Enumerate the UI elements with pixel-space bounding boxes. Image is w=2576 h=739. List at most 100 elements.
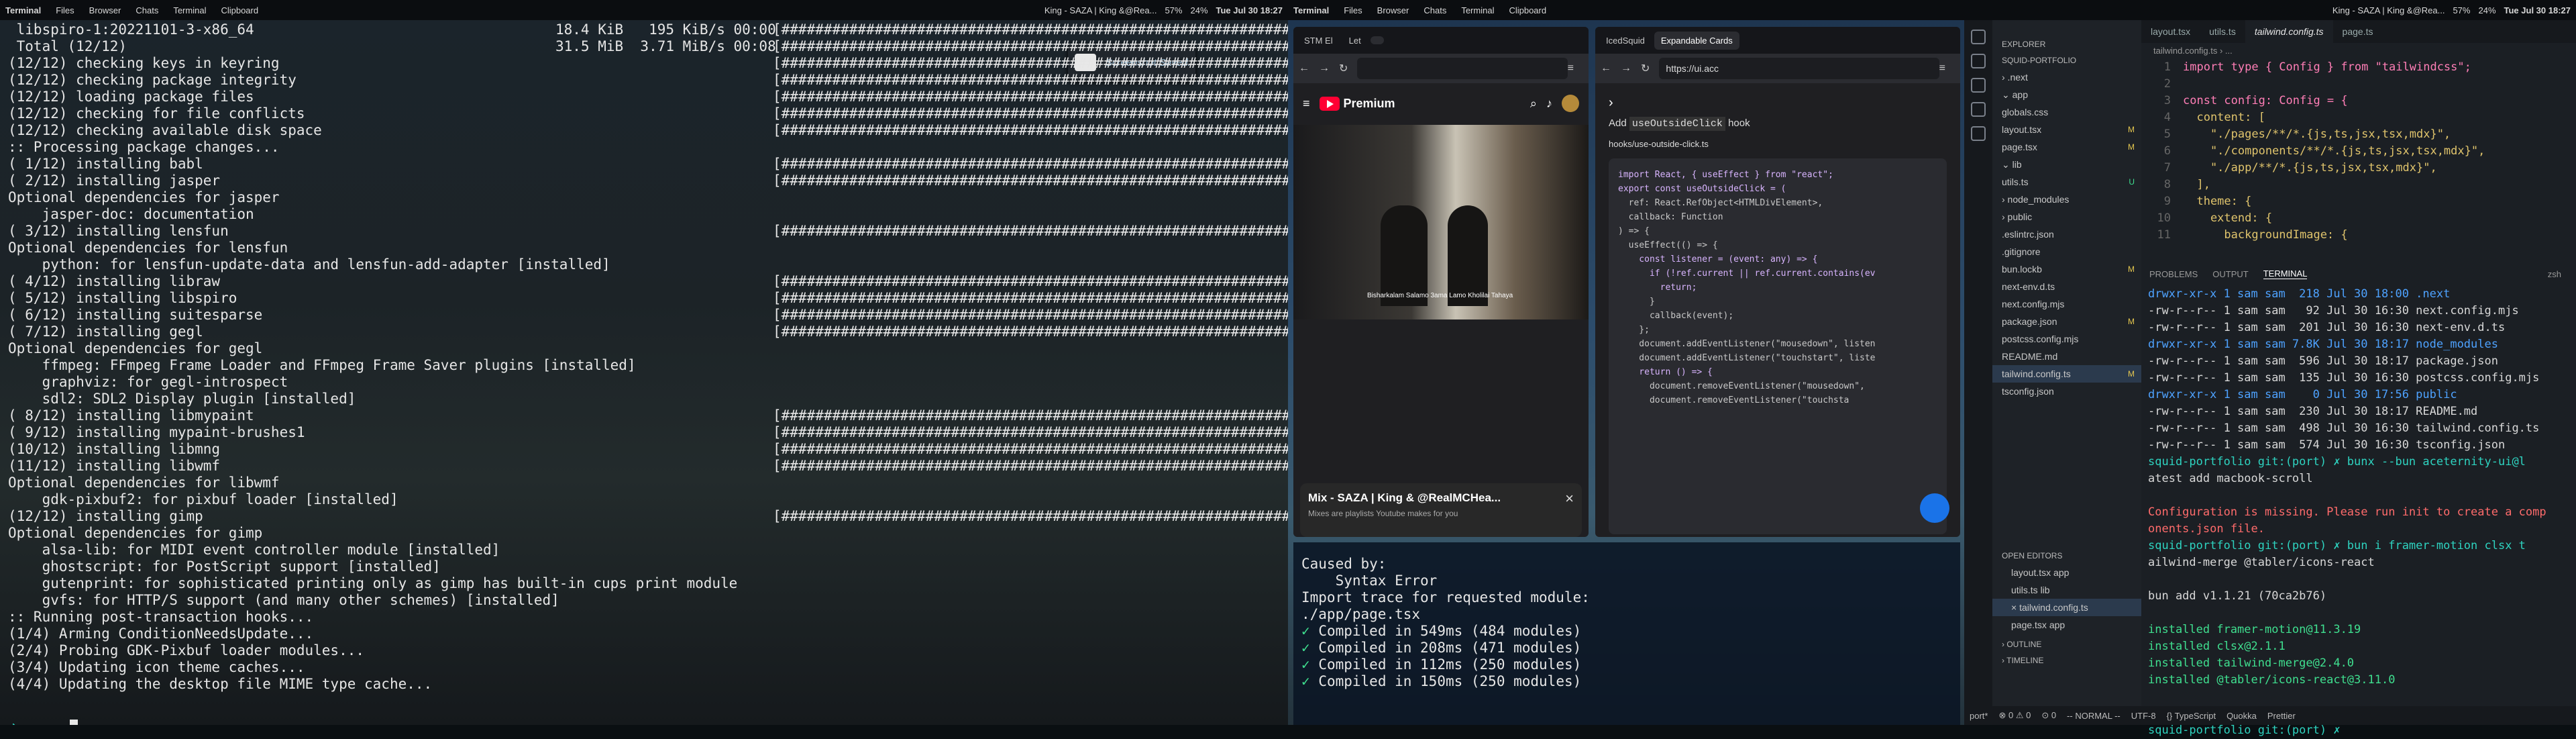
forward-icon[interactable]: →: [1319, 62, 1330, 75]
code-line[interactable]: 8 ],: [2141, 177, 2576, 193]
file-tree-item[interactable]: › node_modules: [1992, 191, 2141, 208]
code-line[interactable]: 9 theme: {: [2141, 193, 2576, 210]
code-line[interactable]: 6 "./components/**/*.{js,ts,jsx,tsx,mdx}…: [2141, 143, 2576, 160]
panel-tab[interactable]: PROBLEMS: [2149, 269, 2198, 279]
reload-icon[interactable]: ↻: [1641, 62, 1650, 75]
editor-tabs[interactable]: layout.tsx utils.ts tailwind.config.ts page…: [2141, 20, 2576, 43]
shell-name[interactable]: zsh: [2548, 269, 2561, 279]
reload-icon[interactable]: ↻: [1339, 62, 1348, 75]
file-tree-item[interactable]: › .next: [1992, 68, 2141, 86]
search-icon[interactable]: ⌕: [1530, 97, 1537, 111]
file-tree-item[interactable]: README.md: [1992, 348, 2141, 365]
file-tree-item[interactable]: globals.css: [1992, 103, 2141, 121]
clock[interactable]: Tue Jul 30 18:27: [2504, 5, 2571, 15]
breadcrumb[interactable]: tailwind.config.ts › ...: [2141, 43, 2576, 59]
file-tree-item[interactable]: M layout.tsx: [1992, 121, 2141, 138]
status-item[interactable]: {} TypeScript: [2167, 711, 2216, 721]
file-tree-item[interactable]: › public: [1992, 208, 2141, 226]
status-item[interactable]: -- NORMAL --: [2067, 711, 2121, 721]
topbar-menu-item[interactable]: Files: [1344, 5, 1362, 15]
editor-tab[interactable]: tailwind.config.ts: [2245, 20, 2333, 43]
open-editor-item[interactable]: × tailwind.config.ts: [1992, 599, 2141, 616]
code-line[interactable]: 1 import type { Config } from "tailwindcs…: [2141, 59, 2576, 76]
search-icon[interactable]: [1971, 54, 1986, 68]
browser-tab[interactable]: [1370, 36, 1384, 44]
file-tree-item[interactable]: M bun.lockb: [1992, 260, 2141, 278]
vscode-window[interactable]: EXPLORER SQUID-PORTFOLIO › .next ⌄ app glob…: [1964, 20, 2576, 737]
terminal-pacman[interactable]: Screenshot Saved. ➜ ~ libspiro-1:2022110…: [0, 20, 1288, 725]
outline-section[interactable]: › OUTLINE: [1992, 636, 2141, 652]
status-item[interactable]: port*: [1970, 711, 1988, 721]
topbar-menu-item[interactable]: Chats: [1424, 5, 1446, 15]
topbar-menu-item[interactable]: Terminal: [1293, 5, 1329, 15]
code-line[interactable]: 2: [2141, 76, 2576, 93]
media-title[interactable]: King - SAZA | King &@Rea...: [2332, 5, 2445, 15]
file-tree-item[interactable]: M package.json: [1992, 313, 2141, 330]
media-title[interactable]: King - SAZA | King &@Rea...: [1044, 5, 1157, 15]
chevron-icon[interactable]: ›: [1609, 95, 1947, 111]
file-tree-item[interactable]: U utils.ts: [1992, 173, 2141, 191]
panel-tab[interactable]: OUTPUT: [2212, 269, 2248, 279]
browser-youtube[interactable]: STM El Let ← → ↻ ≡ ≡ Premium ⌕ ♪ Bisharkalam Sa…: [1293, 27, 1589, 537]
open-editor-item[interactable]: utils.ts lib: [1992, 581, 2141, 599]
terminal-panel[interactable]: PROBLEMS OUTPUT TERMINAL zsh drwxr-xr-x 1 s…: [2141, 262, 2576, 737]
timeline-section[interactable]: › TIMELINE: [1992, 652, 2141, 669]
panel-tab[interactable]: TERMINAL: [2263, 268, 2308, 279]
files-icon[interactable]: [1971, 30, 1986, 44]
explorer-sidebar[interactable]: EXPLORER SQUID-PORTFOLIO › .next ⌄ app glob…: [1992, 20, 2141, 706]
avatar[interactable]: [1562, 95, 1579, 112]
browser-tab[interactable]: IcedSquid: [1599, 32, 1652, 50]
bell-icon[interactable]: ♪: [1546, 97, 1552, 111]
file-tree-item[interactable]: next.config.mjs: [1992, 295, 2141, 313]
topbar-menu-item[interactable]: Clipboard: [221, 5, 258, 15]
topbar-menu-item[interactable]: Clipboard: [1509, 5, 1546, 15]
browser-docs[interactable]: IcedSquid Expandable Cards ← → ↻ https://ui.…: [1595, 27, 1960, 537]
topbar-menu-item[interactable]: Terminal: [173, 5, 206, 15]
url-bar[interactable]: [1357, 58, 1568, 79]
source-control-icon[interactable]: [1971, 78, 1986, 93]
code-line[interactable]: 7 "./app/**/*.{js,ts,jsx,tsx,mdx}",: [2141, 160, 2576, 177]
file-tree-item[interactable]: ⌄ app: [1992, 86, 2141, 103]
back-icon[interactable]: ←: [1299, 62, 1309, 75]
browser-tabs[interactable]: STM El Let: [1293, 27, 1589, 54]
mix-card[interactable]: Mix - SAZA | King & @RealMCHea... Mixes …: [1300, 483, 1582, 537]
forward-icon[interactable]: →: [1621, 62, 1631, 75]
back-icon[interactable]: ←: [1601, 62, 1611, 75]
topbar-menu-item[interactable]: Terminal: [5, 5, 41, 15]
status-item[interactable]: Quokka: [2226, 711, 2257, 721]
hamburger-icon[interactable]: ≡: [1303, 97, 1310, 111]
browser-toolbar[interactable]: ← → ↻ https://ui.acc ≡: [1595, 54, 1960, 83]
youtube-premium-logo[interactable]: Premium: [1344, 97, 1395, 111]
panel-tabs[interactable]: PROBLEMS OUTPUT TERMINAL zsh: [2141, 262, 2576, 286]
browser-toolbar[interactable]: ← → ↻ ≡: [1293, 54, 1589, 83]
file-tree-item[interactable]: next-env.d.ts: [1992, 278, 2141, 295]
code-line[interactable]: 3 const config: Config = {: [2141, 93, 2576, 109]
topbar-menu-item[interactable]: Terminal: [1461, 5, 1494, 15]
code-line[interactable]: 5 "./pages/**/*.{js,ts,jsx,tsx,mdx}",: [2141, 126, 2576, 143]
code-line[interactable]: 11 backgroundImage: {: [2141, 227, 2576, 244]
topbar-menu-item[interactable]: Browser: [89, 5, 121, 15]
open-editor-item[interactable]: layout.tsx app: [1992, 564, 2141, 581]
code-line[interactable]: 4 content: [: [2141, 109, 2576, 126]
editor-tab[interactable]: layout.tsx: [2141, 20, 2200, 43]
browser-tabs[interactable]: IcedSquid Expandable Cards: [1595, 27, 1960, 54]
video-player[interactable]: Bisharkalam Salamo 3ama Lamo Kholilai Ta…: [1293, 125, 1589, 319]
browser-tab[interactable]: Expandable Cards: [1654, 31, 1739, 50]
status-item[interactable]: ⊗ 0 ⚠ 0: [1998, 710, 2031, 721]
open-editor-item[interactable]: page.tsx app: [1992, 616, 2141, 634]
chat-fab-button[interactable]: [1920, 493, 1949, 523]
code-line[interactable]: 10 extend: {: [2141, 210, 2576, 227]
activity-bar[interactable]: [1964, 20, 1992, 725]
debug-icon[interactable]: [1971, 102, 1986, 117]
status-item[interactable]: Prettier: [2267, 711, 2296, 721]
browser-tab[interactable]: [1387, 36, 1400, 44]
editor[interactable]: layout.tsx utils.ts tailwind.config.ts page…: [2141, 20, 2576, 262]
integrated-terminal[interactable]: drwxr-xr-x 1 sam sam 218 Jul 30 18:00 .n…: [2141, 286, 2576, 739]
file-tree-item[interactable]: M page.tsx: [1992, 138, 2141, 156]
status-bar[interactable]: port* ⊗ 0 ⚠ 0 ⊙ 0 -- NORMAL -- UTF-8 {} TypeS…: [1964, 706, 2576, 725]
extensions-icon[interactable]: [1971, 126, 1986, 141]
open-editors-title[interactable]: OPEN EDITORS: [1992, 548, 2141, 564]
url-bar[interactable]: https://ui.acc: [1659, 58, 1939, 79]
file-tree-item[interactable]: .gitignore: [1992, 243, 2141, 260]
code-block[interactable]: import React, { useEffect } from "react"…: [1609, 158, 1947, 534]
